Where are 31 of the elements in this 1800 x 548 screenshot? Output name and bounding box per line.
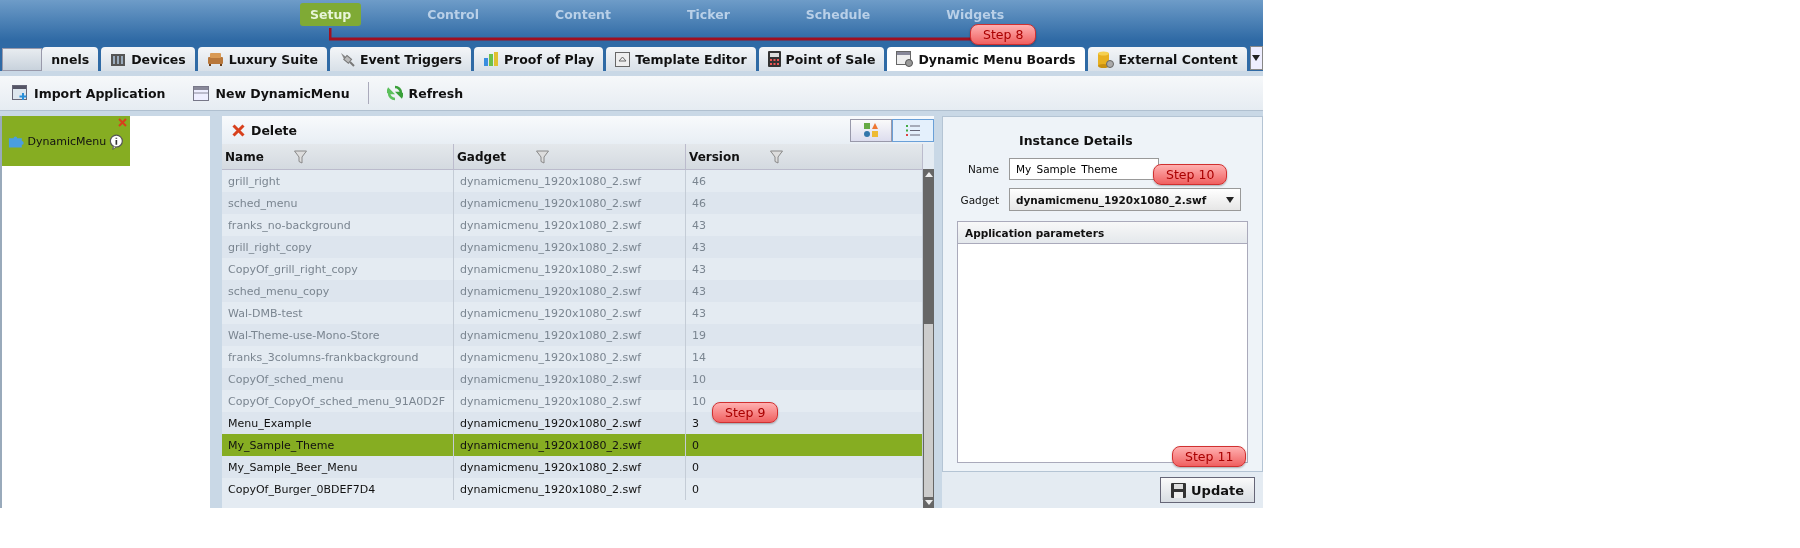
gadget-dropdown[interactable]: dynamicmenu_1920x1080_2.swf bbox=[1009, 188, 1241, 211]
tab[interactable]: Point of Sale bbox=[758, 47, 885, 71]
step-callout: Step 8 bbox=[970, 24, 1037, 45]
tab[interactable]: Devices bbox=[101, 47, 195, 71]
toolbar-button[interactable]: New DynamicMenu bbox=[193, 85, 350, 101]
table-cell: dynamicmenu_1920x1080_2.swf bbox=[454, 478, 686, 500]
tab[interactable]: Event Triggers bbox=[329, 47, 471, 71]
tab[interactable]: Dynamic Menu Boards bbox=[887, 47, 1085, 71]
table-row[interactable]: My_Sample_Beer_Menu dynamicmenu_1920x1080_2.swf 0 bbox=[222, 456, 923, 478]
tab[interactable]: Proof of Play bbox=[473, 47, 604, 71]
table-row[interactable]: My_Sample_Theme dynamicmenu_1920x1080_2.swf 0 bbox=[222, 434, 923, 456]
tab[interactable]: External Content bbox=[1087, 47, 1247, 71]
name-field[interactable]: My_Sample_Theme bbox=[1009, 158, 1159, 180]
sidebar-item[interactable]: DynamicMenu bbox=[2, 116, 130, 166]
delete-button[interactable]: Delete bbox=[232, 122, 298, 138]
panel-header: Application parameters bbox=[958, 222, 1247, 244]
toolbar-button[interactable]: Import Application bbox=[12, 85, 166, 101]
column-header[interactable]: Gadget bbox=[454, 144, 686, 169]
panel-title: Instance Details bbox=[1019, 133, 1134, 148]
step-callout: Step 11 bbox=[1172, 446, 1247, 467]
step-callout: Step 10 bbox=[1153, 164, 1228, 185]
column-header[interactable]: Name bbox=[222, 144, 454, 169]
tab[interactable]: Template Editor bbox=[606, 47, 756, 71]
update-button[interactable]: Update bbox=[1160, 477, 1255, 503]
field-label: Name bbox=[967, 163, 999, 175]
toolbar-button[interactable]: Refresh bbox=[386, 85, 464, 101]
table-cell: CopyOf_Burger_0BDEF7D4 bbox=[222, 478, 454, 500]
column-header[interactable]: Version bbox=[686, 144, 923, 169]
tab[interactable]: nnels bbox=[42, 47, 99, 71]
field-label: Gadget bbox=[959, 193, 999, 206]
tab[interactable]: Luxury Suite bbox=[197, 47, 327, 71]
